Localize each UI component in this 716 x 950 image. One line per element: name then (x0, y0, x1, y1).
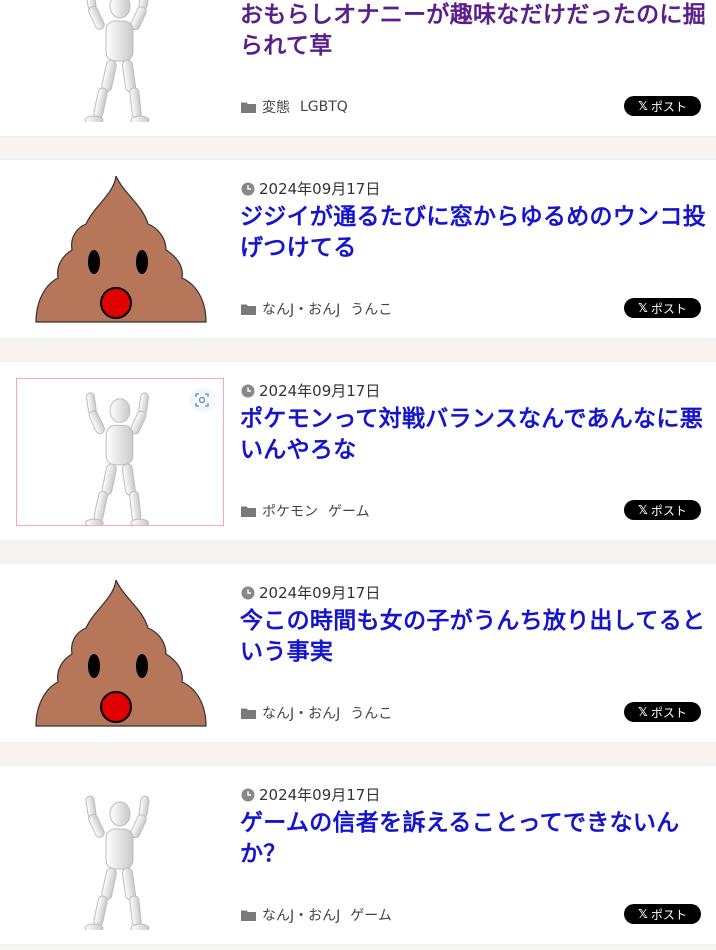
post-button-label: ポスト (650, 705, 687, 720)
x-logo-icon: 𝕏 (638, 705, 648, 719)
article-title-link[interactable]: 今この時間も女の子がうんち放り出してるという事実 (240, 606, 710, 668)
clock-icon (241, 586, 255, 599)
category-link[interactable]: なんJ・おんJ (262, 299, 340, 319)
folder-icon (241, 708, 256, 719)
clock-icon (241, 384, 255, 397)
folder-icon (241, 506, 256, 517)
category-link[interactable]: ポケモン (262, 501, 318, 521)
article-card[interactable]: 2024年09月17日 ゲームの信者を訴えることってできないんか？ なんJ・おん… (0, 765, 716, 945)
category-link[interactable]: うんこ (350, 299, 392, 319)
folder-icon (241, 304, 256, 315)
poop-image (35, 176, 207, 323)
category-link[interactable]: うんこ (350, 703, 392, 723)
poop-image (35, 580, 207, 727)
x-post-button[interactable]: 𝕏 ポスト (624, 904, 701, 924)
category-list: 変態 LGBTQ (241, 97, 358, 117)
date-text: 2024年09月17日 (259, 180, 381, 198)
category-list: なんJ・おんJ うんこ (241, 299, 402, 319)
date-text: 2024年09月17日 (259, 382, 381, 400)
clock-icon (241, 788, 255, 801)
article-thumbnail[interactable] (16, 378, 224, 526)
article-date: 2024年09月17日 (241, 178, 380, 199)
post-button-label: ポスト (650, 503, 687, 518)
x-post-button[interactable]: 𝕏 ポスト (624, 500, 701, 520)
post-button-label: ポスト (650, 99, 687, 114)
category-link[interactable]: ゲーム (350, 905, 392, 925)
x-logo-icon: 𝕏 (638, 99, 648, 113)
clock-icon (241, 182, 255, 195)
article-thumbnail[interactable] (16, 176, 224, 324)
category-link[interactable]: ゲーム (328, 501, 370, 521)
article-thumbnail[interactable] (16, 782, 224, 930)
article-date: 2024年09月17日 (241, 380, 380, 401)
article-card[interactable]: 2024年09月17日 おもらしオナニーが趣味なだけだったのに掘られて草 変態L… (0, 0, 716, 137)
article-thumbnail[interactable] (16, 0, 224, 122)
article-feed: 2024年09月17日 おもらしオナニーが趣味なだけだったのに掘られて草 変態 L… (0, 0, 716, 950)
category-list: なんJ・おんJ ゲーム (241, 905, 402, 925)
lens-icon[interactable] (189, 387, 215, 413)
post-button-label: ポスト (650, 301, 687, 316)
article-card[interactable]: 2024年09月17日 ポケモンって対戦バランスなんであんなに悪いんやろな ポケ… (0, 361, 716, 541)
article-title-link[interactable]: おもらしオナニーが趣味なだけだったのに掘られて草 (240, 0, 710, 62)
category-link[interactable]: LGBTQ (300, 99, 348, 115)
x-logo-icon: 𝕏 (638, 503, 648, 517)
category-link[interactable]: 変態 (262, 97, 290, 117)
article-date: 2024年09月17日 (241, 784, 380, 805)
x-logo-icon: 𝕏 (638, 907, 648, 921)
category-list: ポケモン ゲーム (241, 501, 380, 521)
x-post-button[interactable]: 𝕏 ポスト (624, 298, 701, 318)
folder-icon (241, 910, 256, 921)
article-title-link[interactable]: ポケモンって対戦バランスなんであんなに悪いんやろな (240, 404, 710, 466)
white-figure-image (84, 795, 150, 930)
article-title-link[interactable]: ゲームの信者を訴えることってできないんか？ (240, 808, 710, 870)
date-text: 2024年09月17日 (259, 786, 381, 804)
article-card[interactable]: 2024年09月17日 今この時間も女の子がうんち放り出してるという事実 なんJ… (0, 563, 716, 743)
article-title-link[interactable]: ジジイが通るたびに窓からゆるめのウンコ投げつけてる (240, 202, 710, 264)
date-text: 2024年09月17日 (259, 584, 381, 602)
category-link[interactable]: なんJ・おんJ (262, 703, 340, 723)
post-button-label: ポスト (650, 907, 687, 922)
x-logo-icon: 𝕏 (638, 301, 648, 315)
white-figure-image (84, 0, 150, 122)
x-post-button[interactable]: 𝕏 ポスト (624, 702, 701, 722)
folder-icon (241, 102, 256, 113)
article-thumbnail[interactable] (16, 580, 224, 728)
article-date: 2024年09月17日 (241, 582, 380, 603)
category-link[interactable]: なんJ・おんJ (262, 905, 340, 925)
x-post-button[interactable]: 𝕏 ポスト (624, 96, 701, 116)
category-list: なんJ・おんJ うんこ (241, 703, 402, 723)
article-card[interactable]: 2024年09月17日 ジジイが通るたびに窓からゆるめのウンコ投げつけてる なん… (0, 159, 716, 339)
